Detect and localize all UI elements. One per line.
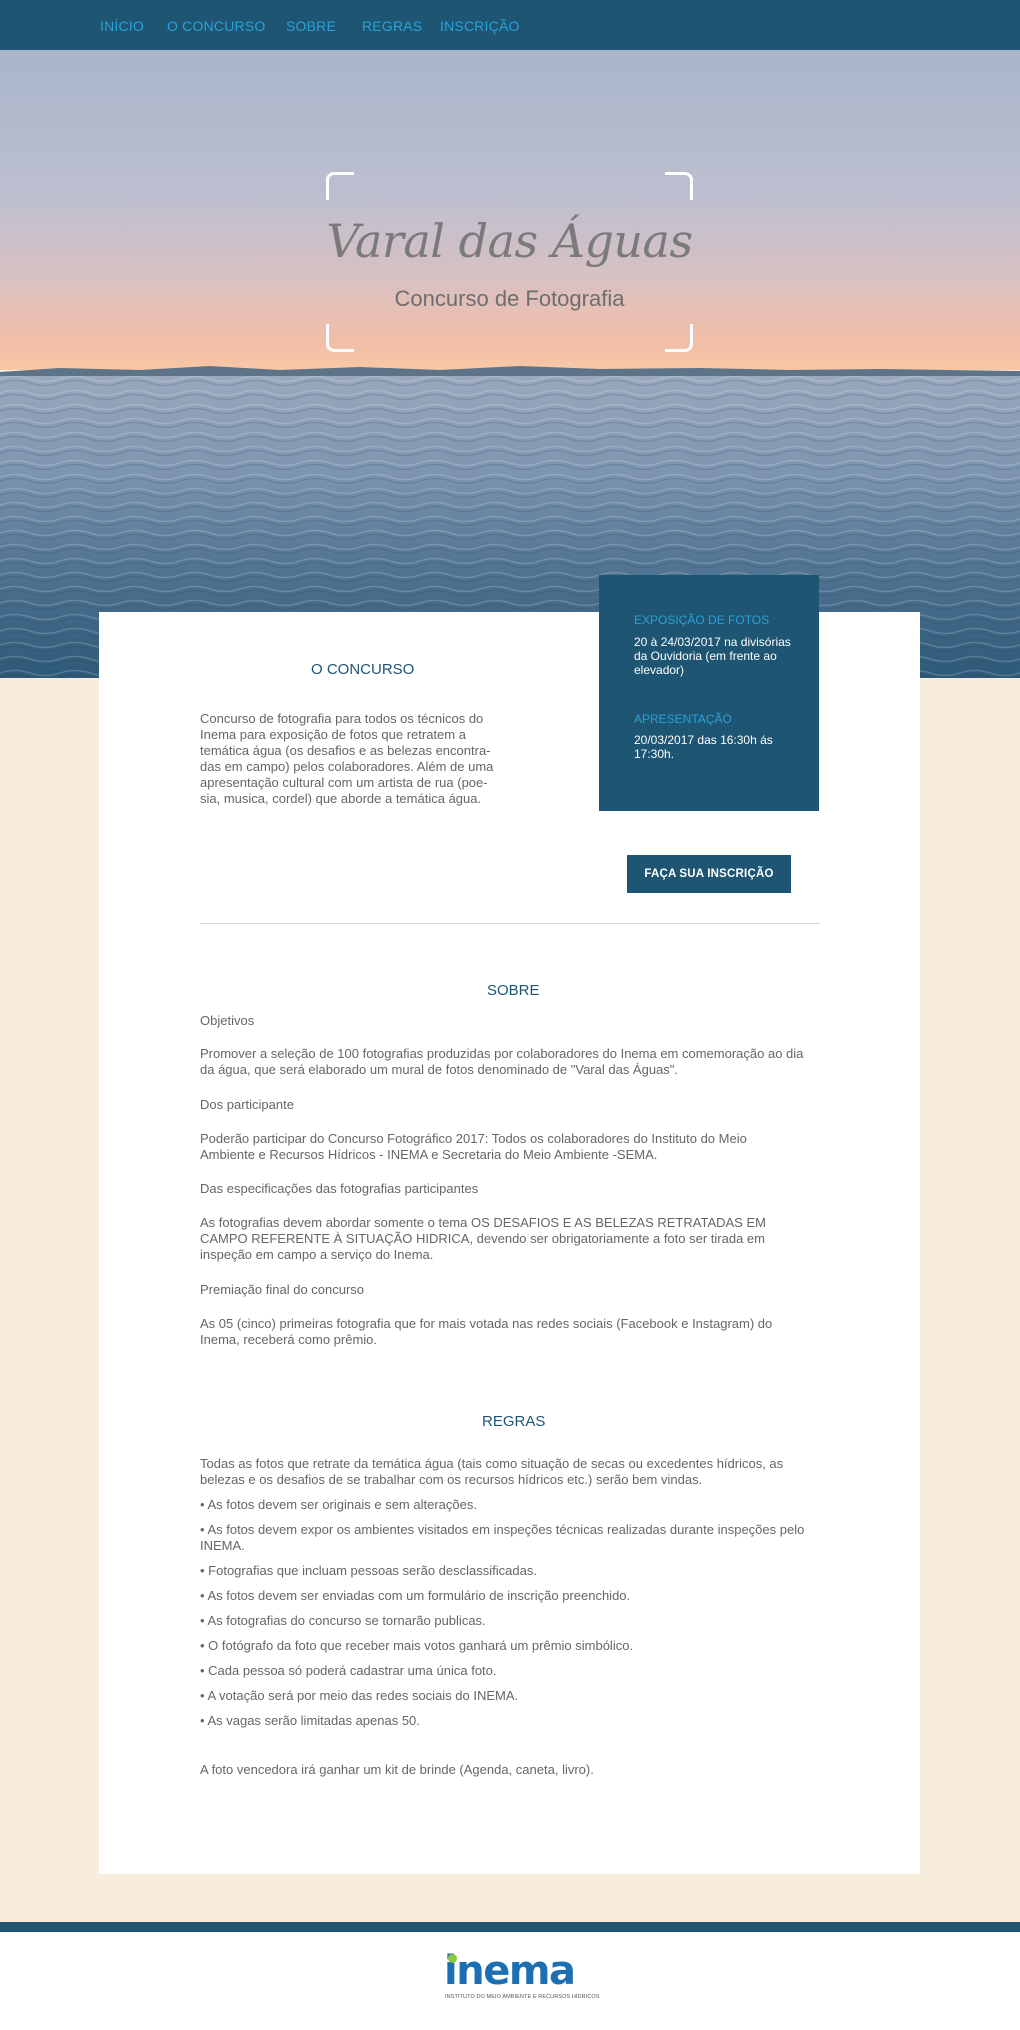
frame-corner-top-right [665,172,693,200]
nav-item-o-concurso[interactable]: O CONCURSO [167,18,265,34]
frame-corner-bottom-right [665,324,693,352]
inema-logo[interactable]: inema INSTITUTO DO MEIO AMBIENTE E RECUR… [444,1948,599,2004]
hero-subtitle: Concurso de Fotografia [394,286,625,311]
hero-title-frame: Varal das Águas Concurso de Fotografia [326,172,693,352]
regras-title: REGRAS [482,1413,546,1430]
premiacao-label: Premiação final do concurso [200,1282,365,1297]
top-nav: INÍCIO O CONCURSO SOBRE REGRAS INSCRIÇÃO [0,0,1020,50]
concurso-title: O CONCURSO [311,661,415,678]
regras-closing: A foto vencedora irá ganhar um kit de br… [200,1762,594,1777]
premiacao-text: As 05 (cinco) primeiras fotografia que f… [200,1316,773,1347]
nav-item-inscricao[interactable]: INSCRIÇÃO [440,18,520,34]
nav-item-inicio[interactable]: INÍCIO [100,18,144,34]
frame-corner-bottom-left [326,324,354,352]
section-divider [200,923,820,924]
rule-item: • O fotógrafo da foto que receber mais v… [200,1638,634,1653]
signup-button[interactable]: FAÇA SUA INSCRIÇÃO [627,855,791,893]
rule-item: • Fotografias que incluam pessoas serão … [200,1563,537,1578]
rule-item: • Cada pessoa só poderá cadastrar uma ún… [200,1663,497,1678]
rule-item: • As fotos devem ser enviadas com um for… [200,1588,631,1603]
rule-item: • As vagas serão limitadas apenas 50. [200,1713,420,1728]
event-info-box: EXPOSIÇÃO DE FOTOS 20 à 24/03/2017 na di… [599,575,819,811]
rule-item: • A votação será por meio das redes soci… [200,1688,519,1703]
rule-item: • As fotos devem expor os ambientes visi… [200,1522,805,1553]
especificacoes-label: Das especificações das fotografias parti… [200,1181,479,1196]
objetivos-label: Objetivos [200,1013,255,1028]
regras-intro: Todas as fotos que retrate da temática á… [200,1456,784,1487]
frame-corner-top-left [326,172,354,200]
rule-item: • As fotos devem ser originais e sem alt… [200,1497,477,1512]
participantes-text: Poderão participar do Concurso Fotográfi… [200,1131,747,1162]
exhibition-text: 20 à 24/03/2017 na divisórias da Ouvidor… [634,635,791,677]
hero-title: Varal das Águas [326,214,693,268]
participantes-label: Dos participante [200,1097,294,1112]
logo-dot-icon [448,1954,457,1963]
rule-item: • As fotografias do concurso se tornarão… [200,1613,486,1628]
footer: inema INSTITUTO DO MEIO AMBIENTE E RECUR… [0,1932,1020,2030]
logo-wordmark: inema [444,1948,576,1994]
footer-bar [0,1922,1020,1932]
presentation-text: 20/03/2017 das 16:30h ás 17:30h. [634,733,773,761]
hero-sea-image [0,50,1020,678]
exhibition-heading: EXPOSIÇÃO DE FOTOS [634,613,770,627]
nav-item-regras[interactable]: REGRAS [362,18,422,34]
especificacoes-text: As fotografias devem abordar somente o t… [200,1215,766,1262]
concurso-text: Concurso de fotografia para todos os téc… [200,711,494,806]
objetivos-text: Promover a seleção de 100 fotografias pr… [200,1046,804,1077]
nav-item-sobre[interactable]: SOBRE [286,18,336,34]
presentation-heading: APRESENTAÇÃO [634,712,732,726]
hero-banner: Varal das Águas Concurso de Fotografia [0,50,1020,678]
logo-tagline: INSTITUTO DO MEIO AMBIENTE E RECURSOS HÍ… [445,1994,600,2000]
sobre-title: SOBRE [487,982,540,999]
